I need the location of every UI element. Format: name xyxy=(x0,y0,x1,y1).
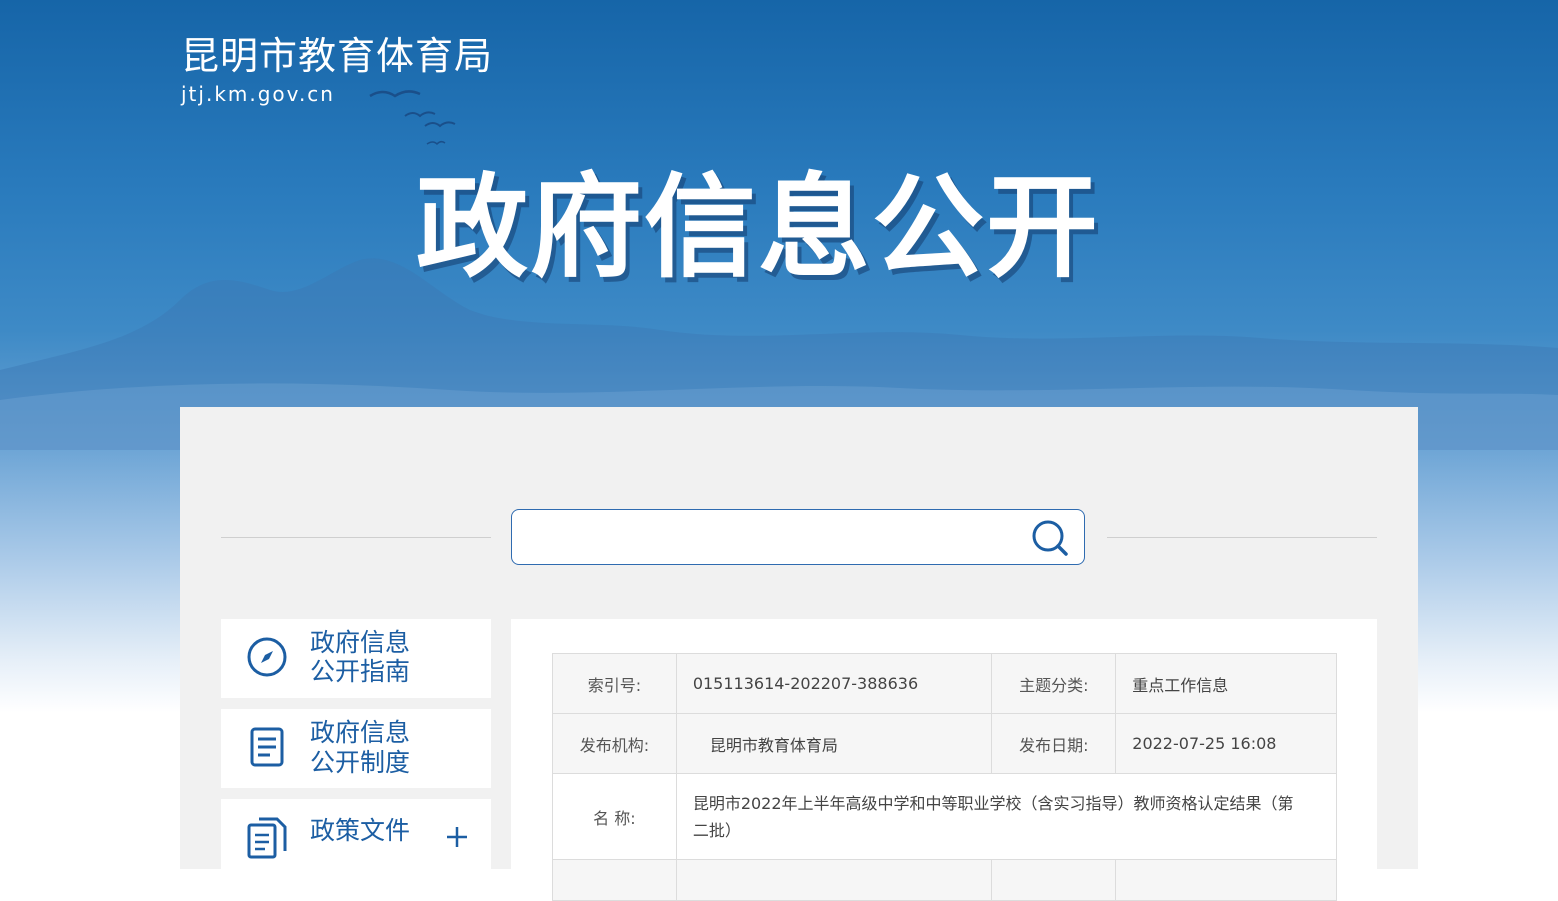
sidebar-item-label: 政府信息 xyxy=(310,628,411,657)
date-value: 2022-07-25 16:08 xyxy=(1115,713,1337,774)
search-input[interactable] xyxy=(526,522,1010,554)
name-label: 名 称: xyxy=(552,773,677,860)
banner-title: 政府信息公开 xyxy=(416,163,1100,293)
index-value: 015113614-202207-388636 xyxy=(675,653,993,714)
date-label: 发布日期: xyxy=(991,713,1117,774)
table-row xyxy=(552,859,1337,901)
sidebar-item-label: 政府信息 xyxy=(310,718,411,747)
divider-left xyxy=(221,537,491,538)
table-row: 发布机构: 昆明市教育体育局 发布日期: 2022-07-25 16:08 xyxy=(552,713,1337,774)
table-row: 名 称: 昆明市2022年上半年高级中学和中等职业学校（含实习指导）教师资格认定… xyxy=(552,773,1338,860)
topic-value: 重点工作信息 xyxy=(1115,653,1337,714)
sidebar-item-label: 公开指南 xyxy=(310,657,411,686)
divider-right xyxy=(1107,537,1377,538)
sidebar-item-label: 政策文件 xyxy=(310,816,411,845)
search-button[interactable] xyxy=(1030,518,1070,558)
compass-icon xyxy=(247,637,287,677)
topic-label: 主题分类: xyxy=(991,653,1117,714)
org-label: 发布机构: xyxy=(552,713,677,774)
sidebar-item-label: 公开制度 xyxy=(310,748,411,777)
search-icon xyxy=(1032,520,1068,556)
site-title: 昆明市教育体育局 xyxy=(181,34,494,78)
table-row: 索引号: 015113614-202207-388636 主题分类: 重点工作信… xyxy=(552,653,1337,714)
sidebar-item-policy[interactable]: 政策文件 xyxy=(221,799,491,878)
plus-icon[interactable] xyxy=(445,825,469,849)
birds-decoration xyxy=(369,90,456,146)
document-icon xyxy=(250,727,284,767)
documents-icon xyxy=(247,817,287,859)
org-value: 昆明市教育体育局 xyxy=(675,713,993,774)
search-box xyxy=(511,509,1085,565)
meta-table: 索引号: 015113614-202207-388636 主题分类: 重点工作信… xyxy=(552,653,1338,901)
sidebar-item-system[interactable]: 政府信息 公开制度 xyxy=(221,709,491,788)
sidebar-item-guide[interactable]: 政府信息 公开指南 xyxy=(221,619,491,698)
index-label: 索引号: xyxy=(552,653,677,714)
site-domain: jtj.km.gov.cn xyxy=(181,82,335,106)
name-value: 昆明市2022年上半年高级中学和中等职业学校（含实习指导）教师资格认定结果（第二… xyxy=(675,773,1338,860)
